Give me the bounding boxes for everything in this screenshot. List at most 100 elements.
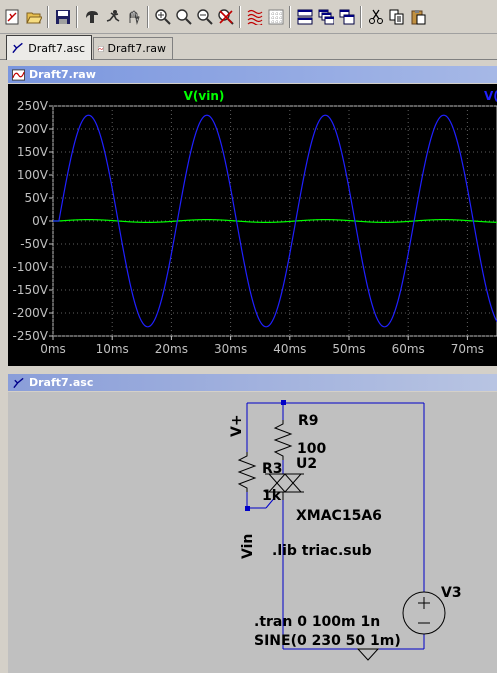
waveform-plot[interactable]: 250V 200V 150V 100V 50V 0V -50V -100V -150V -200V…	[8, 84, 497, 366]
zoom-cancel-button[interactable]	[215, 6, 236, 28]
x-tick-label: 30ms	[214, 342, 247, 356]
label-v3-name[interactable]: V3	[441, 585, 462, 601]
toolbar-separator	[289, 5, 291, 28]
document-tab-bar: Draft7.asc Draft7.raw	[0, 34, 497, 60]
y-tick-label: 200V	[17, 122, 49, 136]
schematic-window-title: Draft7.asc	[29, 376, 94, 389]
zoom-in-button[interactable]	[152, 6, 173, 28]
label-r3-name[interactable]: R3	[262, 461, 283, 477]
cascade-button[interactable]	[315, 6, 336, 28]
zoom-out-icon	[196, 8, 213, 25]
junction-dot	[281, 400, 286, 405]
x-tick-label: 60ms	[392, 342, 425, 356]
spice-directive-tran[interactable]: .tran 0 100m 1n	[254, 614, 380, 630]
tile-horizontal-button[interactable]	[294, 6, 315, 28]
control-panel-button[interactable]	[81, 6, 102, 28]
x-tick-label: 40ms	[273, 342, 306, 356]
voltage-source-v3[interactable]	[402, 591, 446, 635]
x-tick-label: 20ms	[155, 342, 188, 356]
label-u2-name[interactable]: U2	[296, 456, 317, 472]
control-panel-icon	[85, 10, 98, 23]
cut-icon	[368, 9, 383, 24]
toolbar-separator	[47, 5, 49, 28]
tab-label: Draft7.raw	[107, 42, 166, 55]
copy-icon	[389, 9, 403, 24]
x-tick-label: 10ms	[96, 342, 129, 356]
zoom-area-button[interactable]	[173, 6, 194, 28]
tile-horizontal-icon	[297, 9, 312, 24]
cascade-icon	[318, 9, 334, 24]
tile-vertical-icon	[339, 9, 354, 24]
label-r9-value[interactable]: 100	[297, 441, 326, 457]
zoom-cancel-icon	[217, 8, 234, 25]
tab-schematic[interactable]: Draft7.asc	[6, 35, 92, 60]
schematic-drawing[interactable]: V+ Vin R9 100 U2 R3 1k XMAC15A6 .lib tri…	[8, 392, 497, 673]
y-tick-label: -150V	[13, 283, 49, 297]
label-u2-value[interactable]: XMAC15A6	[296, 508, 382, 524]
legend-label-vin[interactable]: V(vin)	[184, 89, 225, 103]
label-r9-name[interactable]: R9	[298, 413, 319, 429]
run-icon	[106, 9, 119, 22]
open-button[interactable]	[23, 6, 44, 28]
tab-label: Draft7.asc	[28, 41, 85, 55]
y-tick-label: 150V	[17, 145, 49, 159]
grid-button[interactable]	[265, 6, 286, 28]
save-icon	[55, 9, 70, 24]
y-tick-label: 250V	[17, 99, 49, 113]
x-tick-label: 0ms	[40, 342, 66, 356]
schematic-window-icon	[13, 377, 24, 388]
zoom-area-icon	[175, 8, 192, 25]
y-tick-label: 50V	[25, 191, 49, 205]
y-tick-label: 0V	[32, 214, 49, 228]
label-vplus[interactable]: V+	[229, 414, 245, 437]
y-tick-label: -50V	[20, 237, 49, 251]
waveform-doc-icon	[98, 45, 104, 52]
tab-waveform[interactable]: Draft7.raw	[93, 37, 173, 59]
copy-button[interactable]	[386, 6, 407, 28]
main-toolbar	[0, 0, 497, 34]
zoom-out-button[interactable]	[194, 6, 215, 28]
label-v3-value[interactable]: SINE(0 230 50 1m)	[254, 633, 401, 649]
run-button[interactable]	[102, 6, 123, 28]
resistor-r9[interactable]	[273, 420, 293, 460]
schematic-canvas[interactable]: V+ Vin R9 100 U2 R3 1k XMAC15A6 .lib tri…	[8, 392, 497, 673]
toolbar-separator	[360, 5, 362, 28]
open-icon	[25, 12, 42, 23]
spice-directive-lib[interactable]: .lib triac.sub	[272, 543, 372, 559]
autorange-button[interactable]	[244, 6, 265, 28]
y-tick-label: 100V	[17, 168, 49, 182]
new-schematic-icon	[5, 9, 18, 24]
y-tick-label: -200V	[13, 306, 49, 320]
resistor-r3[interactable]	[237, 452, 257, 492]
waveform-window-icon	[12, 68, 25, 81]
junction-dot	[245, 506, 250, 511]
schematic-window-titlebar[interactable]: Draft7.asc	[8, 374, 497, 391]
waveform-window-title: Draft7.raw	[29, 68, 96, 81]
tile-vertical-button[interactable]	[336, 6, 357, 28]
waveform-chart[interactable]: 250V 200V 150V 100V 50V 0V -50V -100V -150V -200V…	[8, 84, 497, 366]
toolbar-separator	[239, 5, 241, 28]
save-button[interactable]	[52, 6, 73, 28]
paste-icon	[411, 9, 425, 24]
new-schematic-button[interactable]	[2, 6, 23, 28]
y-tick-label: -250V	[13, 329, 49, 343]
grid-icon	[268, 9, 283, 24]
waveform-window-titlebar[interactable]: Draft7.raw	[8, 66, 497, 83]
halt-icon	[129, 10, 140, 25]
label-vin[interactable]: Vin	[240, 534, 256, 559]
label-r3-value[interactable]: 1k	[262, 488, 282, 504]
cut-button[interactable]	[365, 6, 386, 28]
schematic-doc-icon	[12, 42, 23, 54]
autorange-icon	[247, 9, 262, 25]
y-tick-label: -100V	[13, 260, 49, 274]
toolbar-separator	[147, 5, 149, 28]
halt-button[interactable]	[123, 6, 144, 28]
x-tick-label: 50ms	[332, 342, 365, 356]
legend-label-series2[interactable]: V(	[484, 89, 497, 103]
ground-symbol[interactable]	[356, 648, 380, 661]
zoom-in-icon	[154, 8, 171, 25]
x-tick-label: 70ms	[451, 342, 484, 356]
paste-button[interactable]	[407, 6, 428, 28]
toolbar-separator	[76, 5, 78, 28]
series-line-0[interactable]	[53, 219, 497, 223]
